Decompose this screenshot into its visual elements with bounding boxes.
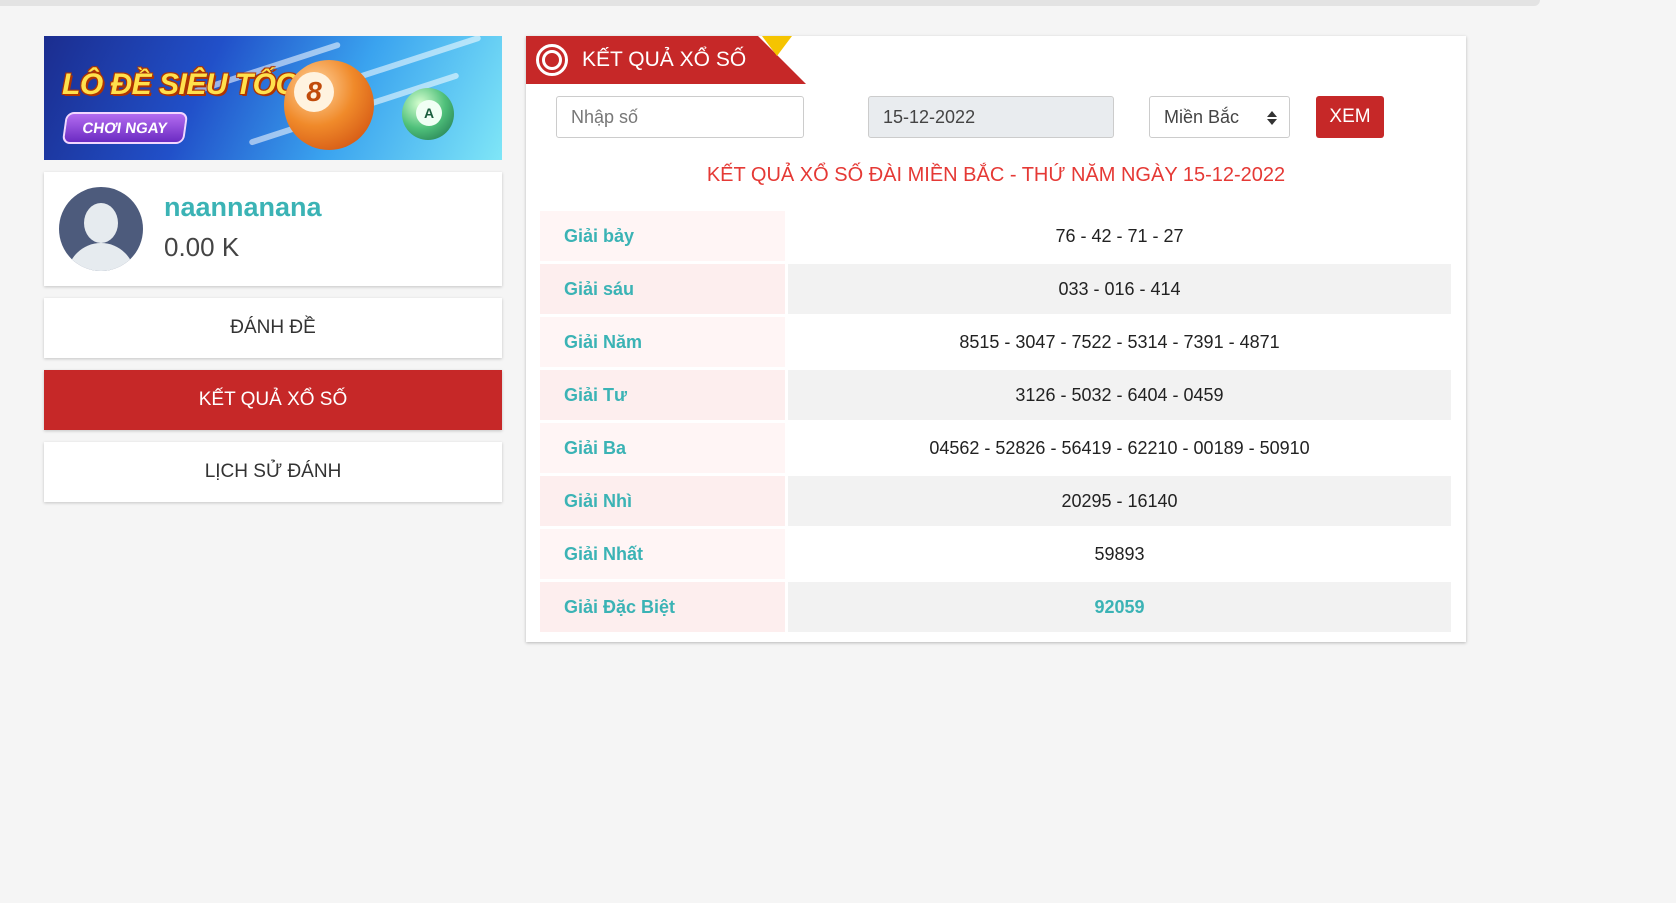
- prize-label: Giải Đặc Biệt: [540, 582, 788, 632]
- region-select[interactable]: Miền Bắc: [1149, 96, 1290, 138]
- results-table: Giải bảy 76 - 42 - 71 - 27 Giải sáu 033 …: [540, 208, 1451, 635]
- prize-numbers: 92059: [788, 582, 1451, 632]
- lottery-ball-icon: A: [402, 88, 454, 140]
- select-arrows-icon: [1267, 109, 1277, 127]
- table-row: Giải Nhì 20295 - 16140: [540, 476, 1451, 526]
- avatar-shoulders: [67, 243, 135, 271]
- table-row: Giải Nhất 59893: [540, 529, 1451, 579]
- banner-streak: [346, 36, 482, 84]
- lottery-ball-icon: 8: [284, 60, 374, 150]
- avatar-head: [84, 203, 118, 243]
- prize-label: Giải Ba: [540, 423, 788, 473]
- username: naannanana: [164, 192, 322, 222]
- prize-label: Giải bảy: [540, 211, 788, 261]
- prize-label: Giải Nhất: [540, 529, 788, 579]
- region-selected-value: Miền Bắc: [1164, 106, 1240, 127]
- table-row: Giải Ba 04562 - 52826 - 56419 - 62210 - …: [540, 423, 1451, 473]
- view-button[interactable]: XEM: [1316, 96, 1384, 138]
- menu-lottery-results[interactable]: KẾT QUẢ XỔ SỐ: [44, 370, 502, 430]
- prize-label: Giải Năm: [540, 317, 788, 367]
- promo-banner[interactable]: LÔ ĐỀ SIÊU TỐC CHƠI NGAY 8 A: [44, 36, 502, 160]
- prize-numbers: 59893: [1094, 543, 1145, 564]
- account-balance: 0.00 K: [164, 232, 240, 262]
- sidebar: LÔ ĐỀ SIÊU TỐC CHƠI NGAY 8 A naannanana …: [44, 36, 502, 502]
- prize-numbers: 8515 - 3047 - 7522 - 5314 - 7391 - 4871: [959, 331, 1280, 352]
- menu-bet-history[interactable]: LỊCH SỬ ĐÁNH: [44, 442, 502, 502]
- prize-numbers: 3126 - 5032 - 6404 - 0459: [788, 370, 1451, 420]
- prize-numbers: 033 - 016 - 414: [788, 264, 1451, 314]
- browser-top-bar: [0, 0, 1540, 6]
- table-row: Giải bảy 76 - 42 - 71 - 27: [540, 211, 1451, 261]
- panel-title: KẾT QUẢ XỔ SỐ: [582, 48, 747, 71]
- prize-numbers: 76 - 42 - 71 - 27: [1055, 225, 1184, 246]
- prize-label: Giải Tư: [540, 370, 788, 420]
- prize-label: Giải Nhì: [540, 476, 788, 526]
- menu-place-bet[interactable]: ĐÁNH ĐỀ: [44, 298, 502, 358]
- prize-numbers: 04562 - 52826 - 56419 - 62210 - 00189 - …: [929, 437, 1310, 458]
- results-heading: KẾT QUẢ XỔ SỐ ĐÀI MIỀN BẮC - THỨ NĂM NGÀ…: [706, 164, 1286, 186]
- table-row: Giải sáu 033 - 016 - 414: [540, 264, 1451, 314]
- ball-letter: A: [416, 100, 442, 126]
- user-card: naannanana 0.00 K: [44, 172, 502, 286]
- table-row: Giải Tư 3126 - 5032 - 6404 - 0459: [540, 370, 1451, 420]
- avatar: [59, 187, 143, 271]
- prize-numbers: 20295 - 16140: [788, 476, 1451, 526]
- results-panel: KẾT QUẢ XỔ SỐ Miền Bắc XEM KẾT QUẢ XỔ SỐ…: [526, 36, 1466, 642]
- search-form: Miền Bắc XEM: [556, 96, 1436, 138]
- date-input[interactable]: [868, 96, 1114, 138]
- prize-label: Giải sáu: [540, 264, 788, 314]
- ball-number: 8: [294, 72, 334, 112]
- lottery-icon: [536, 44, 568, 76]
- number-input[interactable]: [556, 96, 804, 138]
- panel-header-ribbon: KẾT QUẢ XỔ SỐ: [526, 36, 806, 84]
- table-row: Giải Đặc Biệt 92059: [540, 582, 1451, 632]
- banner-title: LÔ ĐỀ SIÊU TỐC: [62, 68, 297, 101]
- table-row: Giải Năm 8515 - 3047 - 7522 - 5314 - 739…: [540, 317, 1451, 367]
- play-now-button[interactable]: CHƠI NGAY: [61, 112, 189, 144]
